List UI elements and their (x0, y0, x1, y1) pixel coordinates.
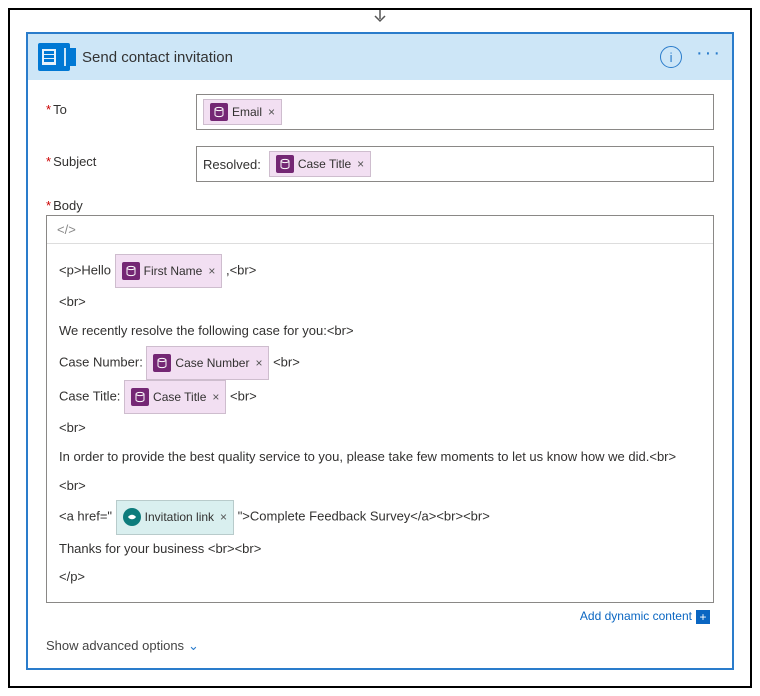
to-input[interactable]: Email × (196, 94, 714, 130)
body-text: In order to provide the best quality ser… (59, 443, 701, 472)
body-toolbar: </> (47, 216, 713, 244)
body-text: We recently resolve the following case f… (59, 317, 701, 346)
action-card-header[interactable]: Send contact invitation i ··· (28, 34, 732, 80)
flow-arrow-icon (371, 8, 389, 29)
token-remove-icon[interactable]: × (255, 350, 262, 376)
body-text: <br> (59, 414, 701, 443)
body-text: <a href=" (59, 509, 112, 524)
token-remove-icon[interactable]: × (208, 258, 215, 284)
dataverse-icon (153, 354, 171, 372)
body-content[interactable]: <p>Hello First Name × ,<br> <br> We rece… (47, 244, 713, 602)
token-email[interactable]: Email × (203, 99, 282, 125)
token-case-title[interactable]: Case Title × (269, 151, 371, 177)
token-label: Case Number (175, 350, 249, 376)
body-label: *Body (46, 198, 714, 213)
body-text: ">Complete Feedback Survey</a><br><br> (238, 509, 490, 524)
dataverse-icon (210, 103, 228, 121)
voice-connector-icon (123, 508, 141, 526)
token-remove-icon[interactable]: × (268, 105, 275, 119)
show-advanced-options[interactable]: Show advanced options⌄ (28, 630, 732, 668)
token-case-title[interactable]: Case Title × (124, 380, 226, 414)
body-editor: </> <p>Hello First Name × ,<br> (46, 215, 714, 603)
dataverse-icon (122, 262, 140, 280)
action-card-body: *To Email × *Subject Resolved: Case Titl… (28, 80, 732, 630)
token-remove-icon[interactable]: × (357, 157, 364, 171)
token-label: Invitation link (145, 504, 214, 530)
to-label: *To (46, 94, 196, 117)
add-dynamic-content-link[interactable]: Add dynamic content+ (580, 609, 710, 623)
code-view-toggle[interactable]: </> (57, 222, 76, 237)
body-text: ,<br> (226, 263, 256, 278)
body-text: </p> (59, 563, 701, 592)
info-icon[interactable]: i (660, 46, 682, 68)
subject-row: *Subject Resolved: Case Title × (46, 146, 714, 182)
token-label: Email (232, 105, 262, 119)
token-label: Case Title (153, 384, 206, 410)
body-text: <br> (273, 354, 300, 369)
subject-prefix-text: Resolved: (203, 157, 261, 172)
token-label: First Name (144, 258, 203, 284)
token-remove-icon[interactable]: × (212, 384, 219, 410)
token-remove-icon[interactable]: × (220, 504, 227, 530)
token-first-name[interactable]: First Name × (115, 254, 223, 288)
to-row: *To Email × (46, 94, 714, 130)
action-card: Send contact invitation i ··· *To Email … (26, 32, 734, 670)
action-title: Send contact invitation (82, 49, 660, 66)
dataverse-icon (131, 388, 149, 406)
token-label: Case Title (298, 157, 351, 171)
more-menu-icon[interactable]: ··· (696, 49, 722, 65)
body-text: <p>Hello (59, 263, 115, 278)
chevron-down-icon: ⌄ (188, 638, 199, 653)
body-text: Thanks for your business <br><br> (59, 535, 701, 564)
flow-step-frame: Send contact invitation i ··· *To Email … (8, 8, 752, 688)
body-text: Case Number: (59, 354, 146, 369)
outlook-connector-icon (38, 43, 70, 71)
body-text: <br> (59, 288, 701, 317)
body-text: <br> (230, 389, 257, 404)
body-text: Case Title: (59, 389, 124, 404)
token-case-number[interactable]: Case Number × (146, 346, 269, 380)
body-section: *Body </> <p>Hello First Name × (46, 198, 714, 626)
subject-input[interactable]: Resolved: Case Title × (196, 146, 714, 182)
dynamic-content-row: Add dynamic content+ (46, 603, 714, 626)
token-invitation-link[interactable]: Invitation link × (116, 500, 234, 534)
dataverse-icon (276, 155, 294, 173)
body-text: <br> (59, 472, 701, 501)
plus-icon: + (696, 610, 710, 624)
subject-label: *Subject (46, 146, 196, 169)
